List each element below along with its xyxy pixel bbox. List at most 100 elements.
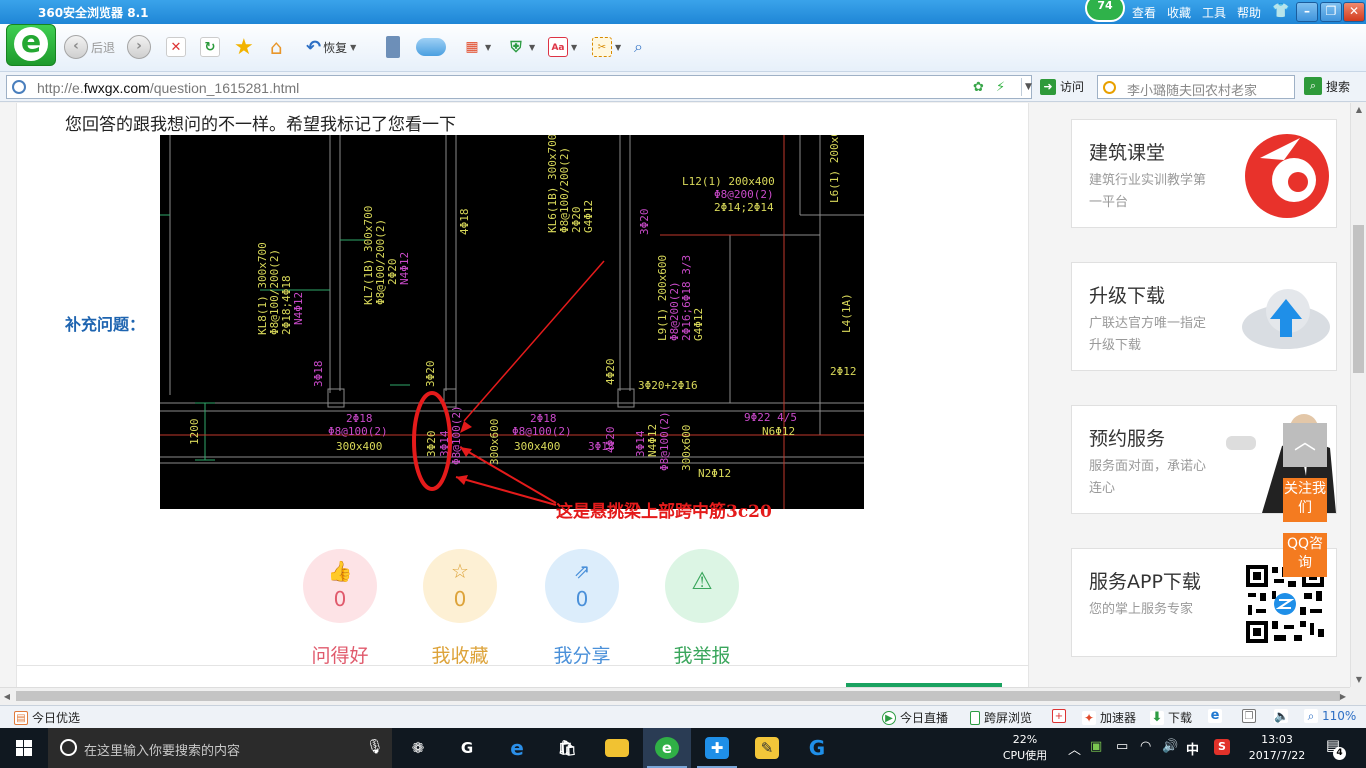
live-button[interactable]: ▶ 今日直播 <box>882 709 948 726</box>
magnifier-icon: ⌕ <box>1304 709 1318 723</box>
search-engine-icon[interactable] <box>1103 81 1116 94</box>
back-to-top-button[interactable]: ︿ <box>1283 423 1327 467</box>
skin-icon[interactable]: 👕 <box>1272 3 1289 19</box>
screenshot-button[interactable]: ✂ ▼ <box>592 34 621 60</box>
annotation-text: 这是悬挑梁上部跨中筋3c20 <box>556 502 772 522</box>
refresh-icon: ↻ <box>200 37 220 57</box>
taskbar-app-notes[interactable]: ✎ <box>743 728 791 768</box>
menu-favorites[interactable]: 收藏 <box>1167 4 1191 21</box>
search-input[interactable]: 李小璐随夫回农村老家 <box>1097 75 1295 99</box>
apps-button[interactable]: ▦ ▼ <box>462 34 491 60</box>
vertical-scroll-thumb[interactable] <box>1353 225 1364 373</box>
scroll-down-icon[interactable]: ▼ <box>1351 673 1366 687</box>
download-button[interactable]: ⬇ 下载 <box>1150 709 1192 726</box>
menu-view[interactable]: 查看 <box>1132 4 1156 21</box>
taskbar-app-360[interactable]: G <box>443 728 491 768</box>
url-input[interactable]: http://e.fwxgx.com/question_1615281.html… <box>6 75 1032 99</box>
sidebar-card-upgrade[interactable]: 升级下载 广联达官方唯一指定升级下载 <box>1071 262 1337 371</box>
maximize-button[interactable]: ❐ <box>1320 2 1342 22</box>
ime-indicator[interactable]: 中 <box>1186 739 1199 758</box>
taskbar-search[interactable]: 在这里输入你要搜索的内容 🎙 <box>48 728 392 768</box>
taskbar-app-glodon[interactable]: ✚ <box>693 728 741 768</box>
report-button[interactable]: ⚠ 我举报 <box>642 549 762 668</box>
browser-toolbar: e ‹ 后退 › ✕ ↻ ★ ⌂ ↶ 恢复 ▼ ▦ ▼ ⛨ ▼ Aa ▼ ✂ ▼ ⌕ <box>0 24 1366 72</box>
health-button[interactable]: + <box>1052 709 1066 723</box>
home-button[interactable]: ⌂ <box>270 34 283 60</box>
tray-expand-icon[interactable]: ︿ <box>1068 739 1081 758</box>
scroll-up-icon[interactable]: ▲ <box>1351 103 1366 117</box>
cad-label: 4Φ18 <box>458 209 471 236</box>
security-score-badge[interactable]: 74 <box>1085 0 1125 22</box>
restore-button[interactable]: ↶ 恢复 ▼ <box>306 34 356 60</box>
download-icon: ⬇ <box>1150 709 1164 725</box>
sogou-icon[interactable]: S <box>1214 739 1230 755</box>
stop-button[interactable]: ✕ <box>166 34 186 60</box>
horizontal-scroll-thumb[interactable] <box>16 691 1340 701</box>
clock[interactable]: 13:03 2017/7/22 <box>1246 732 1308 764</box>
back-arrow-icon: ‹ <box>64 35 88 59</box>
cad-label: 3Φ18 <box>588 440 615 453</box>
window-title: 360安全浏览器 8.1 <box>38 6 149 20</box>
taskbar-app-g[interactable]: G <box>793 728 841 768</box>
url-dropdown-button[interactable]: ▼ <box>1021 78 1035 96</box>
window-button[interactable]: ❐ <box>1242 709 1256 723</box>
scroll-left-icon[interactable]: ◀ <box>0 688 14 705</box>
rocket-icon: ✦ <box>1082 710 1096 725</box>
lightning-icon[interactable]: ⚡ <box>996 80 1005 95</box>
cross-screen-button[interactable]: 跨屏浏览 <box>970 709 1032 726</box>
today-picks-button[interactable]: ▤ 今日优选 <box>14 709 80 726</box>
battery-icon[interactable]: ▭ <box>1116 739 1128 754</box>
cloud-button[interactable] <box>416 34 446 60</box>
loading-icon[interactable]: ✿ <box>973 80 984 95</box>
taskbar-app-360browser[interactable]: e <box>643 728 691 768</box>
forward-button[interactable]: › <box>127 34 151 60</box>
nvidia-icon[interactable]: ▣ <box>1090 739 1102 754</box>
zoom-level[interactable]: ⌕ 110% <box>1304 709 1356 723</box>
cortana-icon <box>60 739 77 756</box>
swirl-icon: G <box>460 739 474 757</box>
phone-button[interactable] <box>386 34 400 60</box>
start-button[interactable] <box>0 728 48 768</box>
qq-consult-button[interactable]: QQ咨询 <box>1283 533 1327 577</box>
ie-button[interactable]: e <box>1208 709 1222 723</box>
good-question-button[interactable]: 👍 0 问得好 <box>280 549 400 668</box>
vertical-scrollbar[interactable]: ▲ ▼ <box>1350 103 1366 687</box>
share-button[interactable]: ⇗ 0 我分享 <box>522 549 642 668</box>
volume-button[interactable]: 🔈 <box>1274 709 1289 723</box>
back-button[interactable]: ‹ 后退 <box>64 34 115 60</box>
menu-tools[interactable]: 工具 <box>1202 4 1226 21</box>
star-icon: ☆ <box>451 559 469 583</box>
refresh-button[interactable]: ↻ <box>200 34 220 60</box>
zoom-button[interactable]: ⌕ <box>634 34 643 60</box>
accelerator-button[interactable]: ✦ 加速器 <box>1082 709 1136 726</box>
close-button[interactable]: ✕ <box>1343 2 1365 22</box>
minimize-button[interactable]: – <box>1296 2 1318 22</box>
cad-label: 2Φ14;2Φ14 <box>714 201 774 214</box>
globe-icon <box>12 80 26 94</box>
visit-button[interactable]: ➜ 访问 <box>1040 78 1084 95</box>
microphone-icon[interactable]: 🎙 <box>366 739 384 755</box>
follow-us-button[interactable]: 关注我们 <box>1283 478 1327 522</box>
sidebar-card-course[interactable]: 建筑课堂 建筑行业实训教学第一平台 <box>1071 119 1337 228</box>
cad-label: Φ8@100(2) <box>328 425 388 438</box>
wifi-icon[interactable]: ◠ <box>1140 739 1151 754</box>
scroll-right-icon[interactable]: ▶ <box>1336 688 1350 705</box>
browser-logo[interactable]: e <box>6 24 56 66</box>
favorites-button[interactable]: ★ <box>234 34 254 60</box>
cpu-usage[interactable]: 22% CPU使用 <box>1000 732 1050 764</box>
favorite-button[interactable]: ☆ 0 我收藏 <box>400 549 520 668</box>
translate-button[interactable]: Aa ▼ <box>548 34 577 60</box>
taskbar-app-explorer[interactable] <box>593 728 641 768</box>
taskbar-app-task-view[interactable]: ❁ <box>394 728 442 768</box>
search-button[interactable]: ⌕ 搜索 <box>1304 77 1350 95</box>
menu-help[interactable]: 帮助 <box>1237 4 1261 21</box>
notification-center-button[interactable]: ▤ 4 <box>1322 736 1346 760</box>
shield-button[interactable]: ⛨ ▼ <box>506 34 535 60</box>
browser-e-icon: e <box>655 737 679 759</box>
cad-label: 300x400 <box>336 440 382 453</box>
cad-drawing-image[interactable]: KL8(1) 300x700 Φ8@100/200(2) 2Φ18;4Φ18 N… <box>160 130 864 509</box>
taskbar-app-store[interactable]: 🛍 <box>543 728 591 768</box>
volume-icon[interactable]: 🔊 <box>1162 739 1178 754</box>
taskbar-app-edge[interactable]: e <box>493 728 541 768</box>
horizontal-scrollbar[interactable]: ◀ ▶ <box>0 687 1350 704</box>
